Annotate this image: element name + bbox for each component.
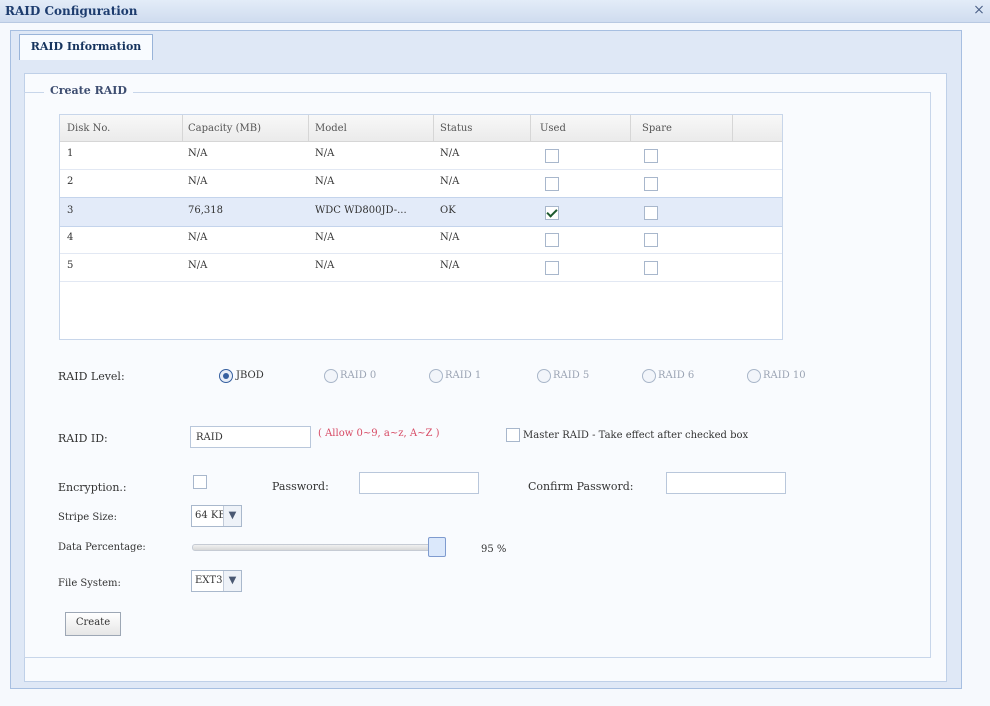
used-checkbox[interactable] bbox=[545, 233, 559, 247]
cell-model: N/A bbox=[315, 260, 335, 271]
master-raid-label: Master RAID - Take effect after checked … bbox=[523, 430, 749, 441]
cell-status: OK bbox=[440, 205, 456, 216]
table-row[interactable]: 1 N/A N/A N/A bbox=[60, 141, 782, 170]
used-checkbox[interactable] bbox=[545, 149, 559, 163]
tab-strip: RAID Information bbox=[10, 30, 962, 62]
close-icon[interactable]: × bbox=[972, 2, 986, 18]
column-divider bbox=[530, 115, 531, 141]
raid-level-raid0-radio[interactable] bbox=[324, 369, 338, 383]
encryption-label: Encryption.: bbox=[58, 481, 127, 494]
col-status: Status bbox=[440, 123, 473, 134]
file-system-value: EXT3 bbox=[195, 575, 223, 586]
raid-level-raid10-radio[interactable] bbox=[747, 369, 761, 383]
used-checkbox[interactable] bbox=[545, 261, 559, 275]
cell-disk: 4 bbox=[67, 232, 74, 243]
cell-model: N/A bbox=[315, 176, 335, 187]
table-row[interactable]: 2 N/A N/A N/A bbox=[60, 169, 782, 198]
window-title: RAID Configuration bbox=[5, 4, 138, 18]
disk-table: Disk No. Capacity (MB) Model Status Used… bbox=[59, 114, 783, 340]
cell-capacity: N/A bbox=[188, 148, 208, 159]
stripe-size-label: Stripe Size: bbox=[58, 512, 117, 523]
cell-status: N/A bbox=[440, 176, 460, 187]
cell-model: N/A bbox=[315, 232, 335, 243]
col-model: Model bbox=[315, 123, 347, 134]
raid-level-raid5-label[interactable]: RAID 5 bbox=[553, 370, 589, 381]
table-row[interactable]: 5 N/A N/A N/A bbox=[60, 253, 782, 282]
stripe-size-select[interactable]: 64 KB ▼ bbox=[191, 505, 242, 527]
create-raid-legend: Create RAID bbox=[44, 84, 133, 97]
table-row-selected[interactable]: 3 76,318 WDC WD800JD-... OK bbox=[60, 197, 782, 227]
table-header: Disk No. Capacity (MB) Model Status Used… bbox=[60, 115, 782, 142]
spare-checkbox[interactable] bbox=[644, 206, 658, 220]
password-input[interactable] bbox=[359, 472, 479, 494]
spare-checkbox[interactable] bbox=[644, 261, 658, 275]
cell-status: N/A bbox=[440, 148, 460, 159]
used-checkbox[interactable] bbox=[545, 177, 559, 191]
file-system-label: File System: bbox=[58, 578, 121, 589]
cell-model: N/A bbox=[315, 148, 335, 159]
spare-checkbox[interactable] bbox=[644, 177, 658, 191]
column-divider bbox=[308, 115, 309, 141]
cell-disk: 3 bbox=[67, 205, 74, 216]
window-titlebar: RAID Configuration × bbox=[0, 0, 990, 23]
master-raid-checkbox[interactable] bbox=[506, 428, 520, 442]
stripe-size-value: 64 KB bbox=[195, 510, 226, 521]
raid-level-raid5-radio[interactable] bbox=[537, 369, 551, 383]
raid-level-jbod-radio[interactable] bbox=[219, 369, 233, 383]
cell-disk: 5 bbox=[67, 260, 74, 271]
raid-id-label: RAID ID: bbox=[58, 432, 108, 445]
column-divider bbox=[732, 115, 733, 141]
file-system-select[interactable]: EXT3 ▼ bbox=[191, 570, 242, 592]
raid-id-hint: ( Allow 0~9, a~z, A~Z ) bbox=[318, 428, 440, 439]
cell-model: WDC WD800JD-... bbox=[315, 205, 407, 216]
password-label: Password: bbox=[272, 480, 329, 493]
table-row[interactable]: 4 N/A N/A N/A bbox=[60, 225, 782, 254]
raid-level-label: RAID Level: bbox=[58, 370, 125, 383]
raid-level-raid6-radio[interactable] bbox=[642, 369, 656, 383]
confirm-password-label: Confirm Password: bbox=[528, 480, 634, 493]
column-divider bbox=[182, 115, 183, 141]
used-checkbox-checked[interactable] bbox=[545, 206, 559, 220]
cell-capacity: N/A bbox=[188, 176, 208, 187]
data-percentage-label: Data Percentage: bbox=[58, 542, 146, 553]
cell-status: N/A bbox=[440, 232, 460, 243]
chevron-down-icon: ▼ bbox=[223, 506, 241, 526]
cell-status: N/A bbox=[440, 260, 460, 271]
raid-level-raid6-label[interactable]: RAID 6 bbox=[658, 370, 694, 381]
tab-raid-information[interactable]: RAID Information bbox=[19, 34, 153, 61]
col-used: Used bbox=[540, 123, 566, 134]
col-spare: Spare bbox=[642, 123, 672, 134]
column-divider bbox=[433, 115, 434, 141]
col-capacity: Capacity (MB) bbox=[188, 123, 262, 134]
cell-disk: 2 bbox=[67, 176, 74, 187]
cell-capacity: 76,318 bbox=[188, 205, 223, 216]
raid-level-raid1-radio[interactable] bbox=[429, 369, 443, 383]
column-divider bbox=[630, 115, 631, 141]
raid-configuration-window: RAID Configuration × RAID Information Cr… bbox=[0, 0, 990, 706]
chevron-down-icon: ▼ bbox=[223, 571, 241, 591]
create-button[interactable]: Create bbox=[65, 612, 121, 636]
data-percentage-slider-track[interactable] bbox=[192, 544, 446, 551]
raid-level-raid1-label[interactable]: RAID 1 bbox=[445, 370, 481, 381]
confirm-password-input[interactable] bbox=[666, 472, 786, 494]
encryption-checkbox[interactable] bbox=[193, 475, 207, 489]
raid-id-input[interactable] bbox=[190, 426, 311, 448]
spare-checkbox[interactable] bbox=[644, 233, 658, 247]
cell-capacity: N/A bbox=[188, 260, 208, 271]
data-percentage-value: 95 % bbox=[481, 544, 507, 555]
data-percentage-slider-handle[interactable] bbox=[428, 537, 446, 557]
cell-capacity: N/A bbox=[188, 232, 208, 243]
spare-checkbox[interactable] bbox=[644, 149, 658, 163]
raid-level-jbod-label[interactable]: JBOD bbox=[236, 370, 264, 381]
col-disk-no: Disk No. bbox=[67, 123, 111, 134]
raid-level-raid10-label[interactable]: RAID 10 bbox=[763, 370, 806, 381]
cell-disk: 1 bbox=[67, 148, 74, 159]
raid-level-raid0-label[interactable]: RAID 0 bbox=[340, 370, 376, 381]
